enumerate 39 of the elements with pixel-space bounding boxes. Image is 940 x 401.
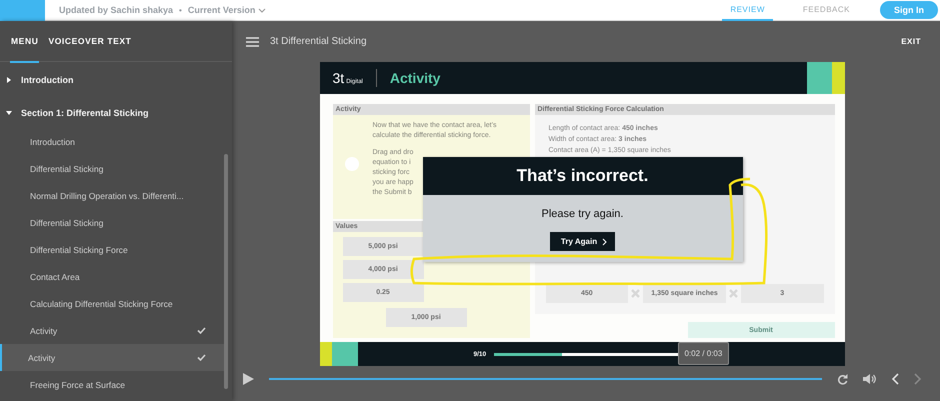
lesson-item[interactable]: Calculating Differential Sticking Force bbox=[0, 290, 224, 317]
lesson-item[interactable]: Normal Drilling Operation vs. Differenti... bbox=[0, 182, 224, 209]
time-tooltip: 0:02 / 0:03 bbox=[678, 342, 730, 365]
course-title: 3t Differential Sticking bbox=[270, 36, 367, 47]
multiply-icon bbox=[631, 289, 640, 298]
lesson-item[interactable]: Differential Sticking Force bbox=[0, 236, 224, 263]
try-again-button[interactable]: Try Again bbox=[550, 232, 616, 251]
dialog-message: Please try again. bbox=[542, 208, 624, 220]
multiply-icon bbox=[728, 289, 738, 298]
chevron-right-icon bbox=[602, 238, 608, 246]
dialog-title: That’s incorrect. bbox=[422, 157, 742, 195]
checkmark-icon bbox=[197, 354, 206, 361]
lesson-item[interactable]: Differential Sticking bbox=[0, 155, 224, 182]
logo-text: 3t bbox=[332, 70, 344, 86]
lesson-item[interactable]: Freeing Force at Surface bbox=[0, 371, 224, 398]
exit-button[interactable]: EXIT bbox=[901, 37, 921, 46]
section-item[interactable]: Introduction bbox=[0, 64, 232, 95]
separator-dot: • bbox=[179, 6, 182, 14]
lesson-item[interactable]: Activity bbox=[0, 344, 224, 371]
speaker-icon[interactable] bbox=[863, 372, 876, 384]
caret-down-icon bbox=[6, 110, 12, 116]
caret-right-icon bbox=[6, 76, 12, 82]
slide-title: Activity bbox=[390, 70, 440, 86]
section-item[interactable]: Section 1: Differental Sticking bbox=[0, 97, 232, 128]
play-icon[interactable] bbox=[243, 372, 254, 384]
chevron-down-icon bbox=[258, 8, 266, 12]
scrollbar-thumb[interactable] bbox=[224, 154, 228, 389]
lesson-item[interactable]: Differential Sticking bbox=[0, 209, 224, 236]
chevron-left-icon[interactable] bbox=[891, 372, 899, 384]
lesson-item[interactable]: Introduction bbox=[0, 128, 224, 155]
sidebar-tab[interactable]: VOICEOVER TEXT bbox=[47, 21, 132, 63]
updated-by-text: Updated by Sachin shakya bbox=[59, 5, 174, 15]
lesson-item[interactable]: Activity bbox=[0, 317, 224, 344]
menu-icon[interactable] bbox=[246, 36, 259, 46]
checkmark-icon bbox=[197, 327, 206, 334]
hand-cursor-icon bbox=[344, 157, 358, 171]
replay-icon[interactable] bbox=[837, 372, 848, 384]
lesson-item[interactable]: Contact Area bbox=[0, 263, 224, 290]
sidebar-tab[interactable]: MENU bbox=[10, 21, 40, 63]
